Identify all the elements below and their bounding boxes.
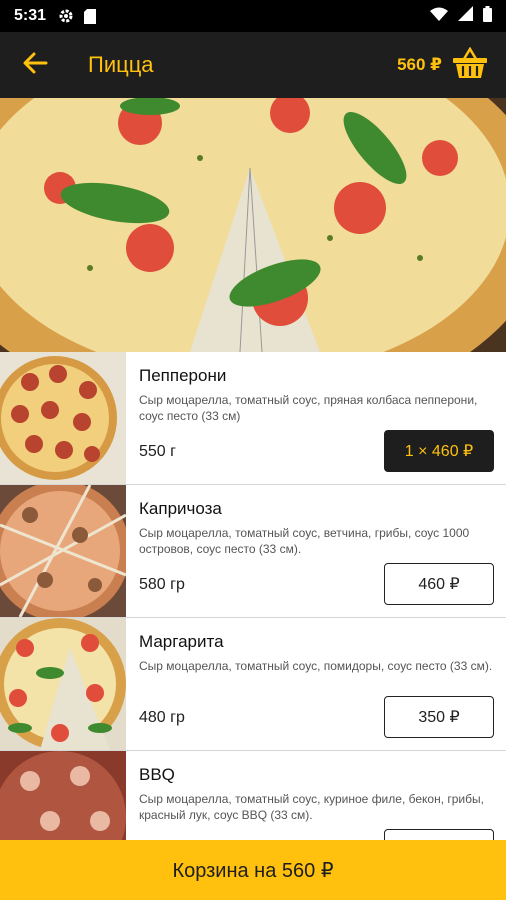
product-thumbnail [0,352,126,484]
battery-icon [483,5,492,27]
price-button[interactable] [384,829,494,840]
product-name: BBQ [139,765,175,784]
product-name: Маргарита [139,632,224,651]
price-button[interactable]: 460 ₽ [384,563,494,605]
status-bar: 5:31 [0,0,506,32]
category-banner-image [0,98,506,352]
product-item-pepperoni[interactable]: Пепперони Сыр моцарелла, томатный соус, … [0,352,506,485]
cart-button[interactable]: Корзина на 560 ₽ [0,840,506,900]
product-item-bbq[interactable]: BBQ Сыр моцарелла, томатный соус, курино… [0,751,506,840]
product-description: Сыр моцарелла, томатный соус, помидоры, … [139,659,493,673]
wifi-icon [430,7,448,26]
product-description: Сыр моцарелла, томатный соус, пряная кол… [139,393,478,423]
product-name: Капричоза [139,499,222,518]
price-button[interactable]: 350 ₽ [384,696,494,738]
product-description: Сыр моцарелла, томатный соус, ветчина, г… [139,526,470,556]
cart-total[interactable]: 560 ₽ [397,55,442,75]
product-weight: 480 гр [139,709,185,726]
product-name: Пепперони [139,366,227,385]
product-item-margherita[interactable]: Маргарита Сыр моцарелла, томатный соус, … [0,618,506,751]
product-list[interactable]: Пепперони Сыр моцарелла, томатный соус, … [0,352,506,840]
product-description: Сыр моцарелла, томатный соус, куриное фи… [139,792,484,822]
basket-icon [452,46,488,84]
page-title: Пицца [88,52,154,77]
product-weight: 550 г [139,443,176,460]
basket-button[interactable] [450,45,490,85]
price-button[interactable]: 1 × 460 ₽ [384,430,494,472]
product-thumbnail [0,751,126,840]
product-thumbnail [0,618,126,750]
gear-icon [58,8,74,24]
back-button[interactable] [0,32,70,98]
signal-icon [458,6,473,26]
product-weight: 580 гр [139,576,185,593]
status-right-icons [430,5,492,27]
arrow-left-icon [22,52,48,79]
product-thumbnail [0,485,126,617]
app-bar: Пицца 560 ₽ [0,32,506,98]
sd-card-icon [84,8,97,24]
status-time: 5:31 [14,7,47,24]
product-item-capricciosa[interactable]: Капричоза Сыр моцарелла, томатный соус, … [0,485,506,618]
